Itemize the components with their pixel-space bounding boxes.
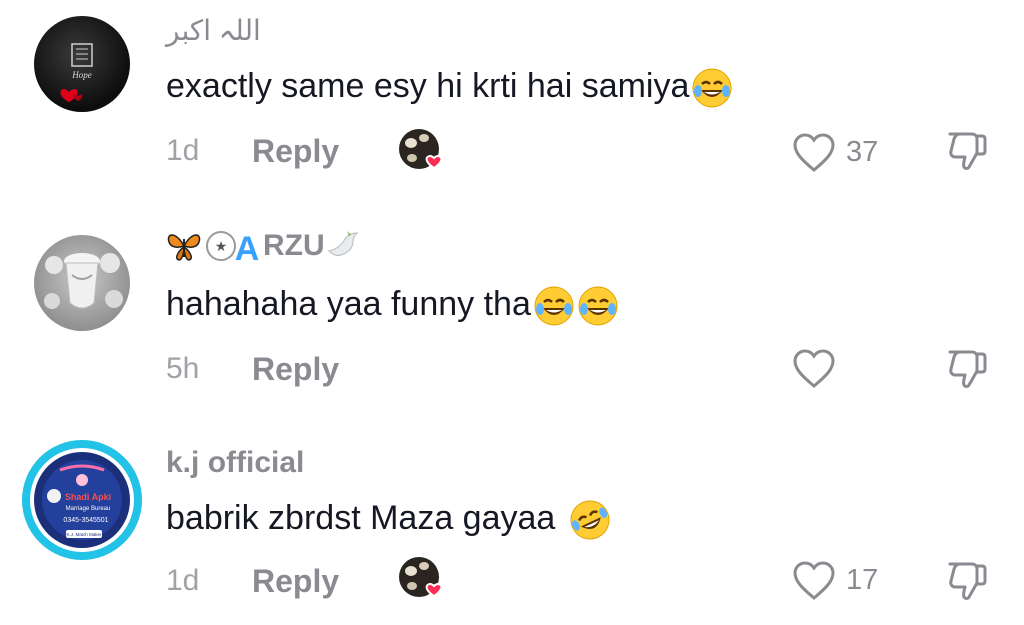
svg-text:★: ★	[215, 239, 228, 255]
letter-a-icon: A	[232, 228, 262, 268]
avatar-caption: Hope	[71, 70, 92, 80]
tears-of-joy-emoji	[691, 67, 733, 109]
butterfly-icon	[166, 229, 202, 263]
avatar[interactable]: Shadi Apki Marriage Bureau 0345-3545501 …	[22, 440, 142, 560]
comment-username[interactable]: اللہ اکبر	[166, 14, 261, 47]
avatar-image: Hope	[60, 43, 93, 102]
comment-text-body: exactly same esy hi krti hai samiya	[166, 67, 690, 105]
heart-icon[interactable]	[792, 132, 836, 174]
thumbs-down-icon[interactable]	[944, 128, 990, 174]
rolling-on-floor-laughing-emoji	[569, 499, 611, 541]
heart-icon[interactable]	[792, 560, 836, 602]
dove-icon	[325, 229, 361, 263]
like-count: 37	[846, 136, 879, 168]
avatar-image	[44, 253, 123, 309]
comment-text: exactly same esy hi krti hai samiya	[166, 66, 733, 109]
comment-text-body: babrik zbrdst Maza gayaa	[166, 499, 556, 537]
avatar-text-subtitle: Marriage Bureau	[66, 506, 111, 512]
reply-button[interactable]: Reply	[252, 563, 339, 600]
reply-button[interactable]: Reply	[252, 351, 339, 388]
tears-of-joy-emoji	[533, 285, 575, 327]
comment-text: hahahaha yaa funny tha	[166, 284, 619, 327]
avatar-text-phone: 0345-3545501	[63, 517, 108, 524]
username-label: RZU	[263, 229, 325, 262]
creator-liked-badge	[398, 556, 443, 600]
creator-liked-badge	[398, 128, 443, 172]
avatar[interactable]: Hope	[34, 16, 130, 112]
avatar[interactable]	[34, 235, 130, 331]
comment-text: babrik zbrdst Maza gayaa	[166, 498, 611, 541]
svg-text:A: A	[235, 230, 260, 264]
comment-time: 1d	[166, 134, 200, 167]
comment-username[interactable]: k.j official	[166, 446, 304, 480]
comment-username[interactable]: ★ A RZU	[166, 228, 361, 268]
comment-time: 5h	[166, 352, 200, 385]
comment-text-body: hahahaha yaa funny tha	[166, 285, 531, 323]
like-count: 17	[846, 564, 879, 596]
thumbs-down-icon[interactable]	[944, 346, 990, 392]
heart-icon[interactable]	[792, 348, 836, 390]
tears-of-joy-emoji	[577, 285, 619, 327]
avatar-text-brand: Shadi Apki	[65, 492, 111, 502]
avatar-image: Shadi Apki Marriage Bureau 0345-3545501 …	[34, 452, 130, 548]
avatar-text-footer: K.J. Match Maker	[66, 532, 102, 537]
thumbs-down-icon[interactable]	[944, 558, 990, 604]
reply-button[interactable]: Reply	[252, 133, 339, 170]
comment-time: 1d	[166, 564, 200, 597]
